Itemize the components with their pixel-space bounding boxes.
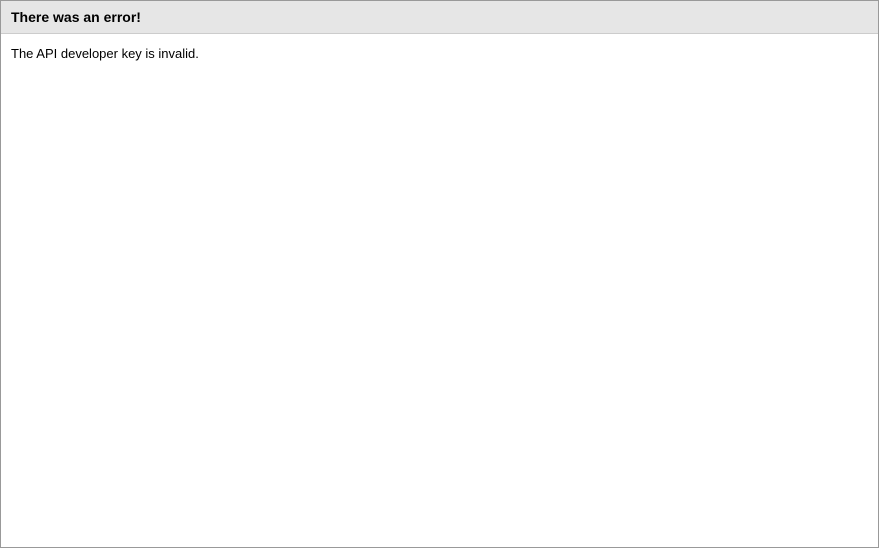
error-body: The API developer key is invalid.: [1, 34, 878, 73]
error-message: The API developer key is invalid.: [11, 46, 868, 61]
error-title: There was an error!: [11, 9, 868, 25]
error-header: There was an error!: [1, 1, 878, 34]
error-container: There was an error! The API developer ke…: [0, 0, 879, 548]
